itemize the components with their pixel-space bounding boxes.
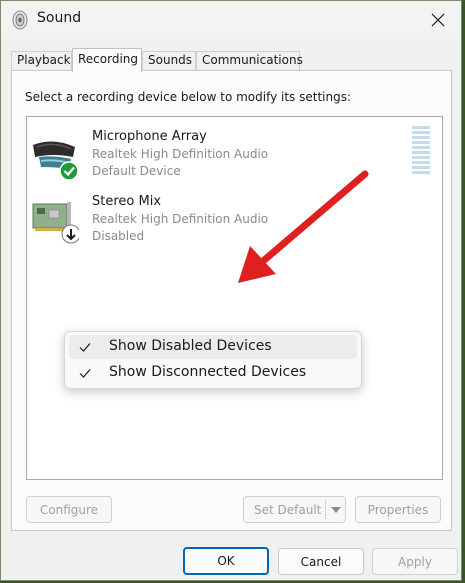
set-default-label: Set Default — [254, 502, 322, 517]
level-meter — [412, 126, 430, 176]
recording-panel: Select a recording device below to modif… — [11, 70, 452, 531]
context-menu: Show Disabled Devices Show Disconnected … — [64, 331, 362, 389]
device-stereo-mix[interactable]: Stereo Mix Realtek High Definition Audio… — [27, 194, 387, 252]
sound-card-icon — [32, 202, 79, 244]
tab-recording[interactable]: Recording — [72, 48, 142, 72]
split-divider — [325, 500, 326, 519]
device-microphone-array[interactable]: Microphone Array Realtek High Definition… — [27, 129, 387, 187]
close-button[interactable] — [415, 1, 461, 39]
device-list[interactable]: Microphone Array Realtek High Definition… — [26, 116, 443, 480]
instruction-text: Select a recording device below to modif… — [25, 90, 352, 104]
ok-button[interactable]: OK — [183, 547, 269, 575]
set-default-button[interactable]: Set Default — [243, 496, 346, 523]
device-status: Disabled — [92, 229, 145, 243]
checkmark-icon — [79, 369, 91, 378]
configure-button[interactable]: Configure — [26, 496, 112, 523]
properties-button[interactable]: Properties — [355, 496, 441, 523]
device-driver: Realtek High Definition Audio — [92, 212, 269, 226]
title-bar[interactable]: Sound — [1, 1, 461, 39]
window-title: Sound — [37, 10, 82, 26]
apply-button[interactable]: Apply — [372, 548, 458, 575]
tab-sounds[interactable]: Sounds — [142, 51, 196, 70]
device-status: Default Device — [92, 164, 181, 178]
speaker-icon — [12, 10, 28, 30]
cancel-button[interactable]: Cancel — [278, 548, 364, 575]
sound-dialog: Sound Playback Recording Sounds Communic… — [0, 0, 462, 581]
menu-item-label: Show Disabled Devices — [109, 338, 272, 354]
device-name: Microphone Array — [92, 129, 207, 144]
default-check-icon — [59, 161, 79, 181]
device-driver: Realtek High Definition Audio — [92, 147, 269, 161]
close-icon — [431, 13, 445, 27]
tab-playback[interactable]: Playback — [11, 51, 72, 70]
chevron-down-icon[interactable] — [331, 507, 341, 513]
microphone-array-icon — [33, 141, 79, 181]
tab-communications[interactable]: Communications — [196, 51, 303, 70]
menu-item-show-disabled-devices[interactable]: Show Disabled Devices — [69, 335, 357, 359]
checkmark-icon — [79, 343, 91, 352]
device-name: Stereo Mix — [92, 194, 162, 209]
menu-item-label: Show Disconnected Devices — [109, 364, 307, 380]
menu-item-show-disconnected-devices[interactable]: Show Disconnected Devices — [69, 361, 357, 385]
